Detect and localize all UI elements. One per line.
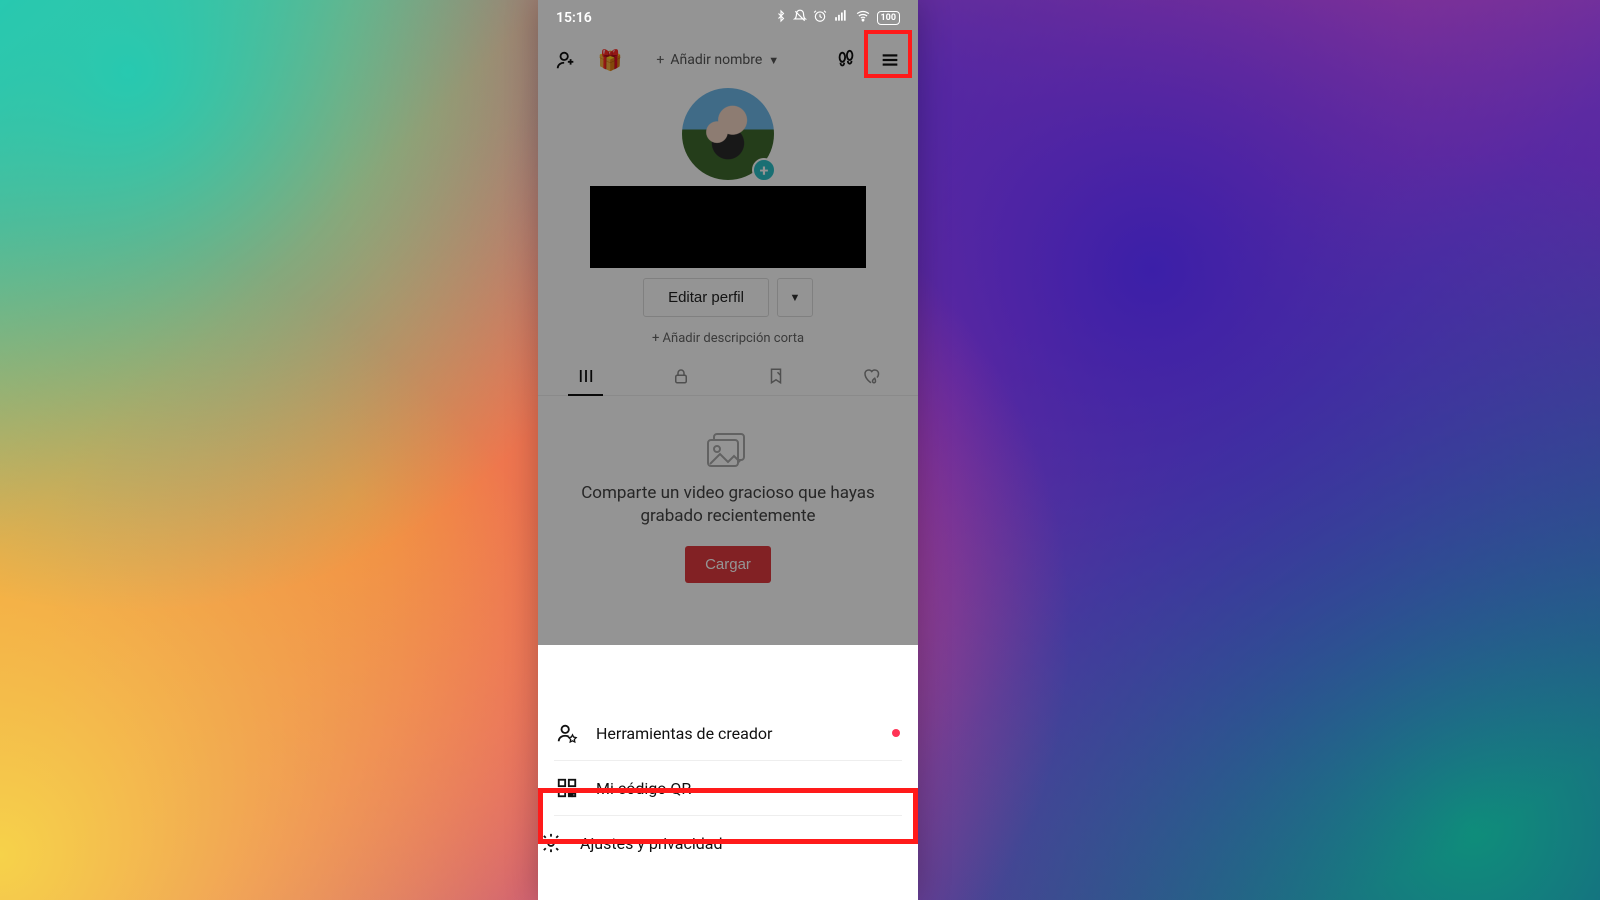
tab-private[interactable] xyxy=(633,356,728,395)
plus-icon: + xyxy=(656,52,664,68)
gallery-icon xyxy=(704,430,752,470)
chevron-down-icon: ▼ xyxy=(768,54,779,67)
signal-icon xyxy=(833,9,849,27)
username-redacted xyxy=(590,186,866,268)
status-icons: 100 xyxy=(775,9,901,27)
bottom-sheet: Herramientas de creador Mi código QR Aju… xyxy=(538,696,918,900)
add-name-button[interactable]: + Añadir nombre ▼ xyxy=(656,52,779,68)
profile-section: + Editar perfil ▼ + Añadir descripción c… xyxy=(538,88,918,346)
tab-saved[interactable] xyxy=(728,356,823,395)
alarm-icon xyxy=(813,9,827,27)
empty-state: Comparte un video gracioso que hayas gra… xyxy=(538,430,918,583)
avatar[interactable]: + xyxy=(682,88,774,180)
edit-profile-button[interactable]: Editar perfil xyxy=(643,278,769,317)
add-friend-button[interactable] xyxy=(548,42,584,78)
tab-posts[interactable] xyxy=(538,356,633,395)
battery-indicator: 100 xyxy=(877,11,901,25)
add-bio-button[interactable]: + Añadir descripción corta xyxy=(652,331,804,346)
profile-dropdown-button[interactable]: ▼ xyxy=(777,278,813,317)
status-time: 15:16 xyxy=(556,10,592,26)
avatar-add-icon[interactable]: + xyxy=(752,158,776,182)
upload-button[interactable]: Cargar xyxy=(685,546,771,583)
empty-message: Comparte un video gracioso que hayas gra… xyxy=(578,482,878,528)
bluetooth-icon xyxy=(775,9,787,27)
dnd-icon xyxy=(793,9,807,27)
status-bar: 15:16 100 xyxy=(538,0,918,36)
add-name-label: Añadir nombre xyxy=(670,52,762,68)
footsteps-icon[interactable] xyxy=(828,42,864,78)
sheet-item-settings[interactable]: Ajustes y privacidad xyxy=(538,816,918,870)
wifi-icon xyxy=(855,9,871,27)
profile-header: 🎁 + Añadir nombre ▼ xyxy=(538,36,918,84)
hamburger-menu-button[interactable] xyxy=(872,42,908,78)
gift-icon[interactable]: 🎁 xyxy=(592,42,628,78)
sheet-item-label: Herramientas de creador xyxy=(596,724,772,743)
profile-buttons: Editar perfil ▼ xyxy=(643,278,813,317)
sheet-item-qr[interactable]: Mi código QR xyxy=(554,761,902,815)
phone-frame: 15:16 100 🎁 + xyxy=(538,0,918,900)
sheet-item-creator-tools[interactable]: Herramientas de creador xyxy=(538,706,918,760)
profile-tabs xyxy=(538,356,918,396)
notification-dot xyxy=(892,729,900,737)
sheet-item-label: Ajustes y privacidad xyxy=(580,834,722,853)
tab-liked[interactable] xyxy=(823,356,918,395)
sheet-item-label: Mi código QR xyxy=(596,779,691,798)
